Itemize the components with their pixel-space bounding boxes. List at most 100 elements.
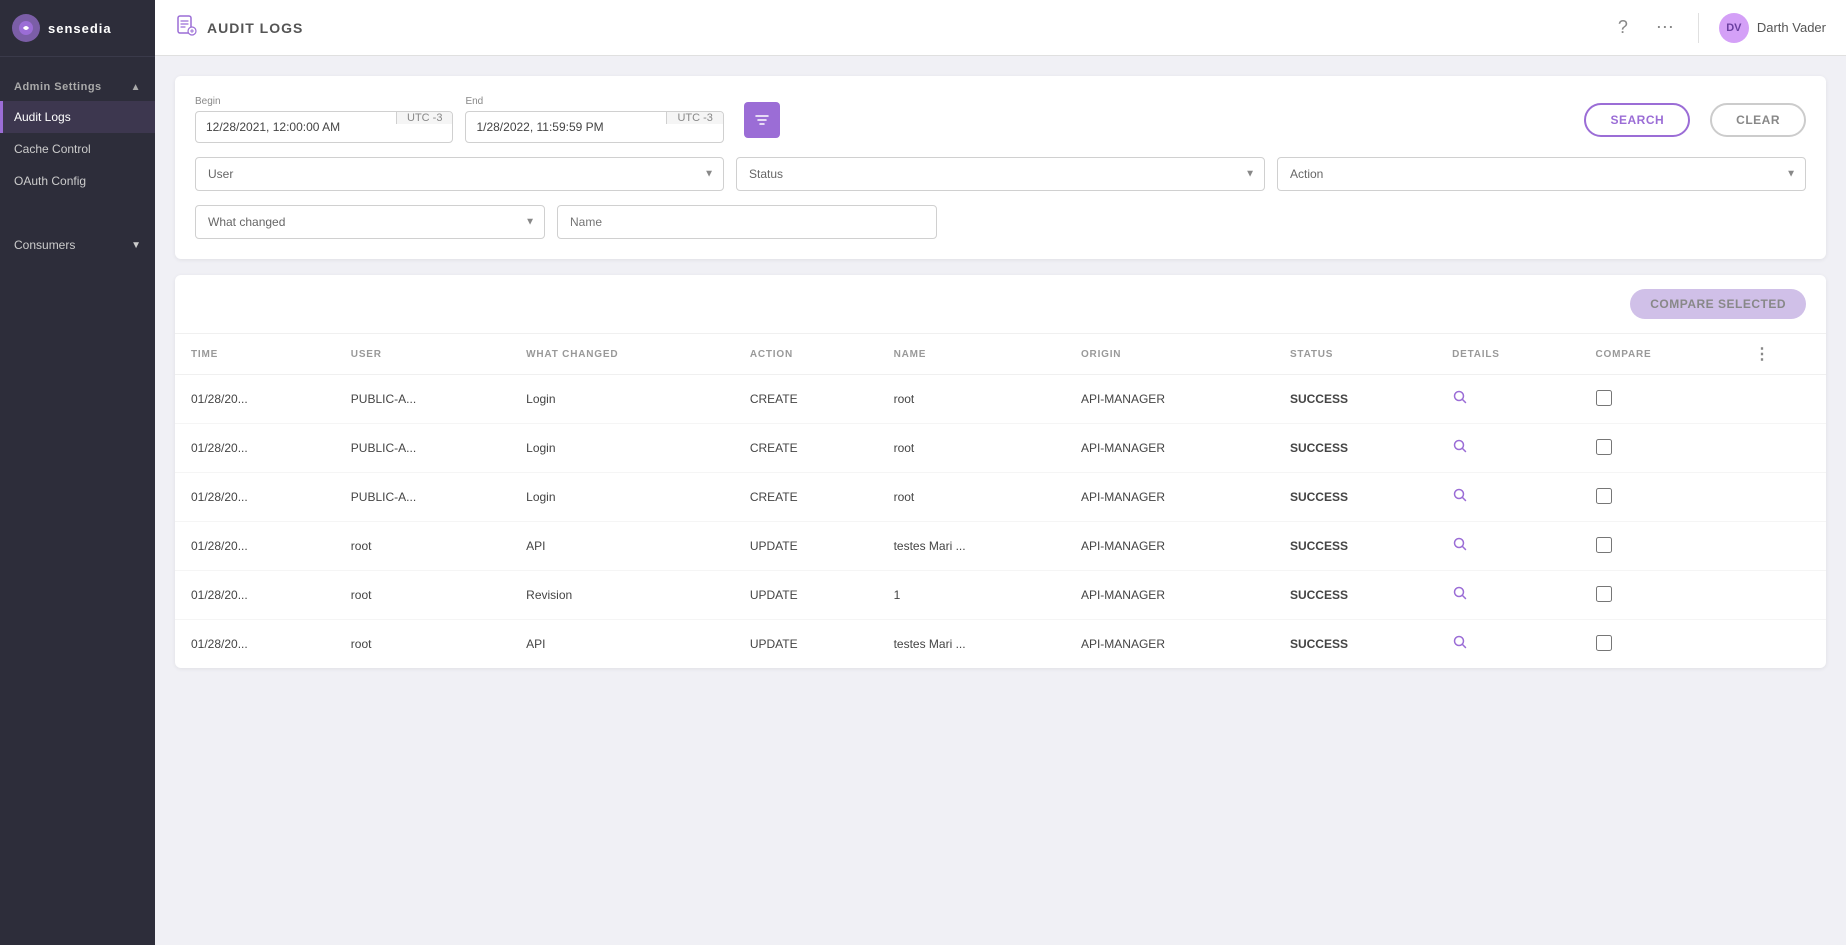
cell-compare[interactable]	[1580, 375, 1738, 424]
compare-checkbox[interactable]	[1596, 488, 1612, 504]
sidebar-logo[interactable]: sensedia	[0, 0, 155, 57]
details-search-icon[interactable]	[1452, 490, 1468, 507]
consumers-header[interactable]: Consumers ▼	[0, 229, 155, 261]
end-date-input[interactable]	[466, 112, 666, 142]
what-changed-filter-row: What changed ▼	[195, 205, 1806, 239]
col-what-changed: WHAT CHANGED	[510, 334, 734, 375]
action-dropdown[interactable]: Action	[1277, 157, 1806, 191]
admin-settings-header[interactable]: Admin Settings ▲	[0, 73, 155, 101]
logo-icon	[12, 14, 40, 42]
compare-checkbox[interactable]	[1596, 439, 1612, 455]
cell-details[interactable]	[1436, 522, 1579, 571]
compare-checkbox[interactable]	[1596, 635, 1612, 651]
compare-selected-button[interactable]: COMPARE SELECTED	[1630, 289, 1806, 319]
col-origin: ORIGIN	[1065, 334, 1274, 375]
col-more: ⋮	[1738, 334, 1826, 375]
table-toolbar: COMPARE SELECTED	[175, 275, 1826, 334]
cell-compare[interactable]	[1580, 522, 1738, 571]
col-name: NAME	[878, 334, 1065, 375]
name-input[interactable]	[557, 205, 937, 239]
audit-logs-icon	[175, 14, 197, 41]
begin-utc-badge: UTC -3	[396, 112, 452, 124]
cell-user: PUBLIC-A...	[335, 375, 510, 424]
cell-user: root	[335, 571, 510, 620]
cell-what-changed: API	[510, 620, 734, 669]
table-row: 01/28/20... root API UPDATE testes Mari …	[175, 620, 1826, 669]
cell-details[interactable]	[1436, 620, 1579, 669]
cell-action: UPDATE	[734, 620, 878, 669]
page-title: AUDIT LOGS	[207, 20, 303, 36]
page-content: Begin UTC -3 End UTC -3	[155, 56, 1846, 945]
details-search-icon[interactable]	[1452, 637, 1468, 654]
compare-checkbox[interactable]	[1596, 537, 1612, 553]
table-header-row: TIME USER WHAT CHANGED ACTION NAME ORIGI…	[175, 334, 1826, 375]
begin-date-field: Begin UTC -3	[195, 96, 453, 143]
topbar: AUDIT LOGS ? ⋯ DV Darth Vader	[155, 0, 1846, 56]
sidebar-item-audit-logs[interactable]: Audit Logs	[0, 101, 155, 133]
clear-button[interactable]: CLEAR	[1710, 103, 1806, 137]
cache-control-label: Cache Control	[14, 142, 91, 156]
table-row: 01/28/20... root API UPDATE testes Mari …	[175, 522, 1826, 571]
what-changed-dropdown-wrapper: What changed ▼	[195, 205, 545, 239]
table-area: COMPARE SELECTED TIME USER WHAT CHANGED …	[175, 275, 1826, 668]
cell-compare[interactable]	[1580, 620, 1738, 669]
cell-details[interactable]	[1436, 473, 1579, 522]
cell-time: 01/28/20...	[175, 424, 335, 473]
cell-details[interactable]	[1436, 424, 1579, 473]
consumers-section: Consumers ▼	[0, 213, 155, 277]
cell-origin: API-MANAGER	[1065, 522, 1274, 571]
cell-name: root	[878, 424, 1065, 473]
more-options-icon[interactable]: ⋮	[1754, 346, 1771, 363]
help-button[interactable]: ?	[1614, 13, 1632, 42]
details-search-icon[interactable]	[1452, 588, 1468, 605]
cell-more	[1738, 571, 1826, 620]
begin-label: Begin	[195, 96, 453, 107]
data-table: TIME USER WHAT CHANGED ACTION NAME ORIGI…	[175, 334, 1826, 668]
user-dropdown[interactable]: User	[195, 157, 724, 191]
table-body: 01/28/20... PUBLIC-A... Login CREATE roo…	[175, 375, 1826, 669]
apps-button[interactable]: ⋯	[1652, 13, 1678, 42]
cell-status: SUCCESS	[1274, 375, 1436, 424]
details-search-icon[interactable]	[1452, 441, 1468, 458]
cell-time: 01/28/20...	[175, 620, 335, 669]
user-name: Darth Vader	[1757, 20, 1826, 35]
details-search-icon[interactable]	[1452, 392, 1468, 409]
filter-area: Begin UTC -3 End UTC -3	[175, 76, 1826, 259]
topbar-left: AUDIT LOGS	[175, 14, 303, 41]
admin-settings-section: Admin Settings ▲ Audit Logs Cache Contro…	[0, 57, 155, 213]
status-dropdown[interactable]: Status	[736, 157, 1265, 191]
dropdown-filter-row: User ▼ Status ▼ Action ▼	[195, 157, 1806, 191]
filter-options-button[interactable]	[744, 102, 780, 138]
details-search-icon[interactable]	[1452, 539, 1468, 556]
begin-date-input[interactable]	[196, 112, 396, 142]
sidebar-item-oauth-config[interactable]: OAuth Config	[0, 165, 155, 197]
topbar-divider	[1698, 13, 1699, 43]
cell-name: testes Mari ...	[878, 620, 1065, 669]
what-changed-dropdown[interactable]: What changed	[195, 205, 545, 239]
compare-checkbox[interactable]	[1596, 586, 1612, 602]
begin-input-wrapper: UTC -3	[195, 111, 453, 143]
cell-compare[interactable]	[1580, 473, 1738, 522]
cell-status: SUCCESS	[1274, 424, 1436, 473]
sidebar-item-cache-control[interactable]: Cache Control	[0, 133, 155, 165]
user-area[interactable]: DV Darth Vader	[1719, 13, 1826, 43]
compare-checkbox[interactable]	[1596, 390, 1612, 406]
cell-what-changed: API	[510, 522, 734, 571]
cell-details[interactable]	[1436, 571, 1579, 620]
search-button[interactable]: SEARCH	[1584, 103, 1690, 137]
cell-name: testes Mari ...	[878, 522, 1065, 571]
cell-status: SUCCESS	[1274, 522, 1436, 571]
sidebar: sensedia Admin Settings ▲ Audit Logs Cac…	[0, 0, 155, 945]
cell-action: UPDATE	[734, 571, 878, 620]
logo-text: sensedia	[48, 21, 112, 36]
cell-more	[1738, 424, 1826, 473]
cell-what-changed: Login	[510, 424, 734, 473]
cell-time: 01/28/20...	[175, 375, 335, 424]
end-label: End	[465, 96, 723, 107]
cell-compare[interactable]	[1580, 571, 1738, 620]
cell-time: 01/28/20...	[175, 473, 335, 522]
cell-more	[1738, 473, 1826, 522]
cell-details[interactable]	[1436, 375, 1579, 424]
cell-compare[interactable]	[1580, 424, 1738, 473]
cell-time: 01/28/20...	[175, 522, 335, 571]
